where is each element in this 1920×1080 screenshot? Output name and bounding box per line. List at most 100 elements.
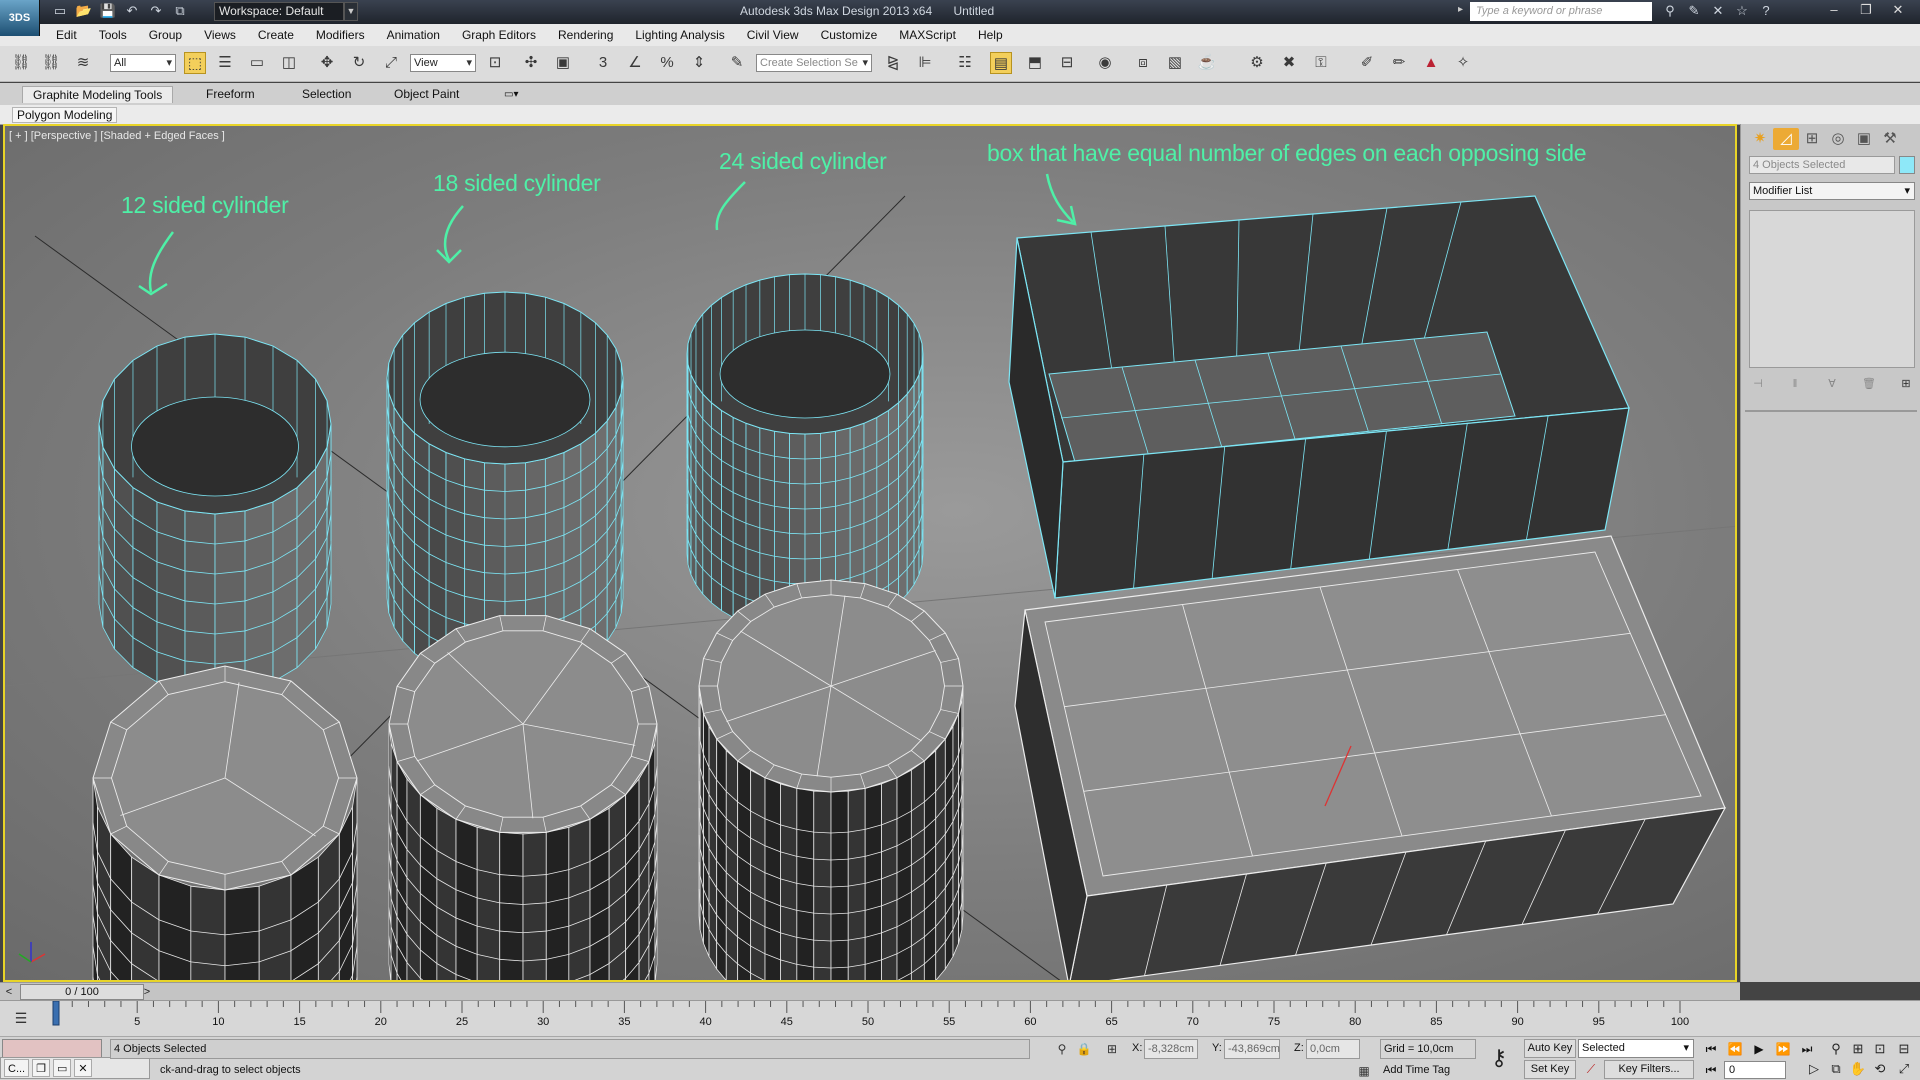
search-expand-icon[interactable]: ▸ <box>1458 4 1463 15</box>
taskbar-app-button[interactable]: C... <box>4 1059 30 1077</box>
rendered-frame-icon[interactable]: ▧ <box>1164 52 1186 74</box>
communication-icon[interactable]: ✕ <box>1708 2 1728 20</box>
mirror-icon[interactable]: ⧎ <box>882 52 904 74</box>
pin-stack-icon[interactable]: ⊣ <box>1749 376 1767 392</box>
time-tag-icon[interactable]: ▦ <box>1356 1063 1372 1079</box>
menu-lighting-analysis[interactable]: Lighting Analysis <box>635 28 724 42</box>
menu-tools[interactable]: Tools <box>99 28 127 42</box>
keyboard-shortcut-override-icon[interactable]: ▣ <box>552 52 574 74</box>
menu-group[interactable]: Group <box>149 28 182 42</box>
time-slider-prev-icon[interactable]: < <box>2 984 16 1000</box>
measure-tool-icon[interactable]: ✏ <box>1388 52 1410 74</box>
ribbon-options-icon[interactable]: ▭▾ <box>494 86 528 103</box>
select-and-rotate-icon[interactable]: ↻ <box>348 52 370 74</box>
menu-views[interactable]: Views <box>204 28 236 42</box>
menu-civil-view[interactable]: Civil View <box>747 28 799 42</box>
menu-customize[interactable]: Customize <box>821 28 878 42</box>
cloth-tool-icon[interactable]: ✧ <box>1452 52 1474 74</box>
zoom-all-icon[interactable]: ⊞ <box>1848 1039 1868 1059</box>
character-tool-icon[interactable]: ▲ <box>1420 52 1442 74</box>
pivot-center-icon[interactable]: ⊡ <box>484 52 506 74</box>
play-icon[interactable]: ▶ <box>1748 1040 1770 1058</box>
set-keys-key-icon[interactable]: ⚷ <box>1486 1043 1512 1073</box>
angle-snap-icon[interactable]: ∠ <box>624 52 646 74</box>
select-and-link-icon[interactable]: ⛓ <box>10 52 32 74</box>
select-object-icon[interactable]: ⬚ <box>184 52 206 74</box>
window-crossing-icon[interactable]: ◫ <box>278 52 300 74</box>
polygon-modeling-panel[interactable]: Polygon Modeling <box>12 107 118 123</box>
object-name-field[interactable]: 4 Objects Selected <box>1749 156 1895 174</box>
object-color-swatch[interactable] <box>1899 156 1915 174</box>
modifier-list-dropdown[interactable]: Modifier List <box>1749 182 1915 200</box>
close-icon[interactable]: ✕ <box>1882 0 1914 20</box>
percent-snap-icon[interactable]: % <box>656 52 678 74</box>
search-input[interactable]: Type a keyword or phrase <box>1470 2 1652 21</box>
isolate-selection-icon[interactable]: ⚲ <box>1054 1041 1070 1057</box>
material-editor-icon[interactable]: ◉ <box>1094 52 1116 74</box>
viewport-label[interactable]: [ + ] [Perspective ] [Shaded + Edged Fac… <box>9 130 225 142</box>
previous-frame-icon[interactable]: ⏪ <box>1724 1040 1746 1058</box>
make-unique-icon[interactable]: ∀ <box>1823 376 1841 392</box>
unlink-icon[interactable]: ⛓ <box>40 52 62 74</box>
chevron-down-icon[interactable]: ▼ <box>344 2 358 21</box>
menu-help[interactable]: Help <box>978 28 1003 42</box>
select-and-scale-icon[interactable]: ⤢ <box>380 52 402 74</box>
tab-freeform[interactable]: Freeform <box>196 86 265 103</box>
select-by-name-icon[interactable]: ☰ <box>214 52 236 74</box>
selection-lock-icon[interactable]: 🔒 <box>1076 1041 1092 1057</box>
utilities-tab-icon[interactable]: ⚒ <box>1877 128 1903 150</box>
save-file-icon[interactable]: 💾 <box>98 2 118 20</box>
snaps-toggle-icon[interactable]: 3 <box>592 52 614 74</box>
render-setup-icon[interactable]: ⧈ <box>1132 52 1154 74</box>
zoom-icon[interactable]: ⚲ <box>1826 1039 1846 1059</box>
app-menu-button[interactable]: 3DS <box>0 0 40 36</box>
bind-space-warp-icon[interactable]: ≋ <box>72 52 94 74</box>
redo-icon[interactable]: ↷ <box>146 2 166 20</box>
auto-key-button[interactable]: Auto Key <box>1524 1039 1576 1058</box>
hierarchy-tab-icon[interactable]: ⊞ <box>1799 128 1825 150</box>
tab-selection[interactable]: Selection <box>292 86 361 103</box>
motion-tab-icon[interactable]: ◎ <box>1825 128 1851 150</box>
add-time-tag[interactable]: Add Time Tag <box>1380 1061 1476 1079</box>
configure-sets-icon[interactable]: ⊞ <box>1897 376 1915 392</box>
modifier-stack[interactable] <box>1749 210 1915 368</box>
spinner-snap-icon[interactable]: ⇕ <box>688 52 710 74</box>
menu-edit[interactable]: Edit <box>56 28 77 42</box>
render-production-icon[interactable]: ☕ <box>1196 52 1218 74</box>
binoculars-icon[interactable]: ⚲ <box>1660 2 1680 20</box>
zoom-extents-all-icon[interactable]: ⊟ <box>1894 1039 1914 1059</box>
taskbar-restore-icon[interactable]: ❐ <box>32 1059 50 1077</box>
key-filters-button[interactable]: Key Filters... <box>1604 1060 1694 1079</box>
next-frame-icon[interactable]: ⏩ <box>1772 1040 1794 1058</box>
open-file-icon[interactable]: 📂 <box>74 2 94 20</box>
absolute-mode-icon[interactable]: ⊞ <box>1104 1041 1120 1057</box>
select-and-move-icon[interactable]: ✥ <box>316 52 338 74</box>
layer-manager-icon[interactable]: ☷ <box>954 52 976 74</box>
reactor-tool-icon[interactable]: ✖ <box>1278 52 1300 74</box>
subscription-icon[interactable]: ✎ <box>1684 2 1704 20</box>
menu-maxscript[interactable]: MAXScript <box>899 28 956 42</box>
compound-tool-icon[interactable]: ⚿ <box>1310 52 1332 74</box>
time-slider-next-icon[interactable]: > <box>140 984 154 1000</box>
tab-object-paint[interactable]: Object Paint <box>384 86 469 103</box>
tab-graphite-modeling-tools[interactable]: Graphite Modeling Tools <box>22 86 174 103</box>
help-icon[interactable]: ? <box>1756 2 1776 20</box>
current-frame-field[interactable]: 0 <box>1724 1061 1786 1079</box>
time-slider[interactable]: < 0 / 100 > <box>0 982 1740 1000</box>
selection-region-icon[interactable]: ▭ <box>246 52 268 74</box>
modify-tab-icon[interactable]: ◿ <box>1773 128 1799 150</box>
favorites-star-icon[interactable]: ☆ <box>1732 2 1752 20</box>
project-folder-icon[interactable]: ⧉ <box>170 2 190 20</box>
field-of-view-icon[interactable]: ▷ <box>1804 1059 1824 1079</box>
set-key-button[interactable]: Set Key <box>1524 1060 1576 1079</box>
pan-view-icon[interactable]: ✋ <box>1848 1059 1868 1079</box>
create-tab-icon[interactable]: ✷ <box>1747 128 1773 150</box>
display-tab-icon[interactable]: ▣ <box>1851 128 1877 150</box>
menu-animation[interactable]: Animation <box>387 28 440 42</box>
key-mode-dropdown[interactable]: Selected <box>1578 1039 1694 1058</box>
maximize-viewport-icon[interactable]: ⤢ <box>1894 1059 1914 1079</box>
schematic-view-icon[interactable]: ⊟ <box>1056 52 1078 74</box>
x-coord-field[interactable]: -8,328cm <box>1144 1039 1198 1059</box>
graphite-toggle-icon[interactable]: ▤ <box>990 52 1012 74</box>
perspective-viewport[interactable]: [ + ] [Perspective ] [Shaded + Edged Fac… <box>3 124 1737 982</box>
